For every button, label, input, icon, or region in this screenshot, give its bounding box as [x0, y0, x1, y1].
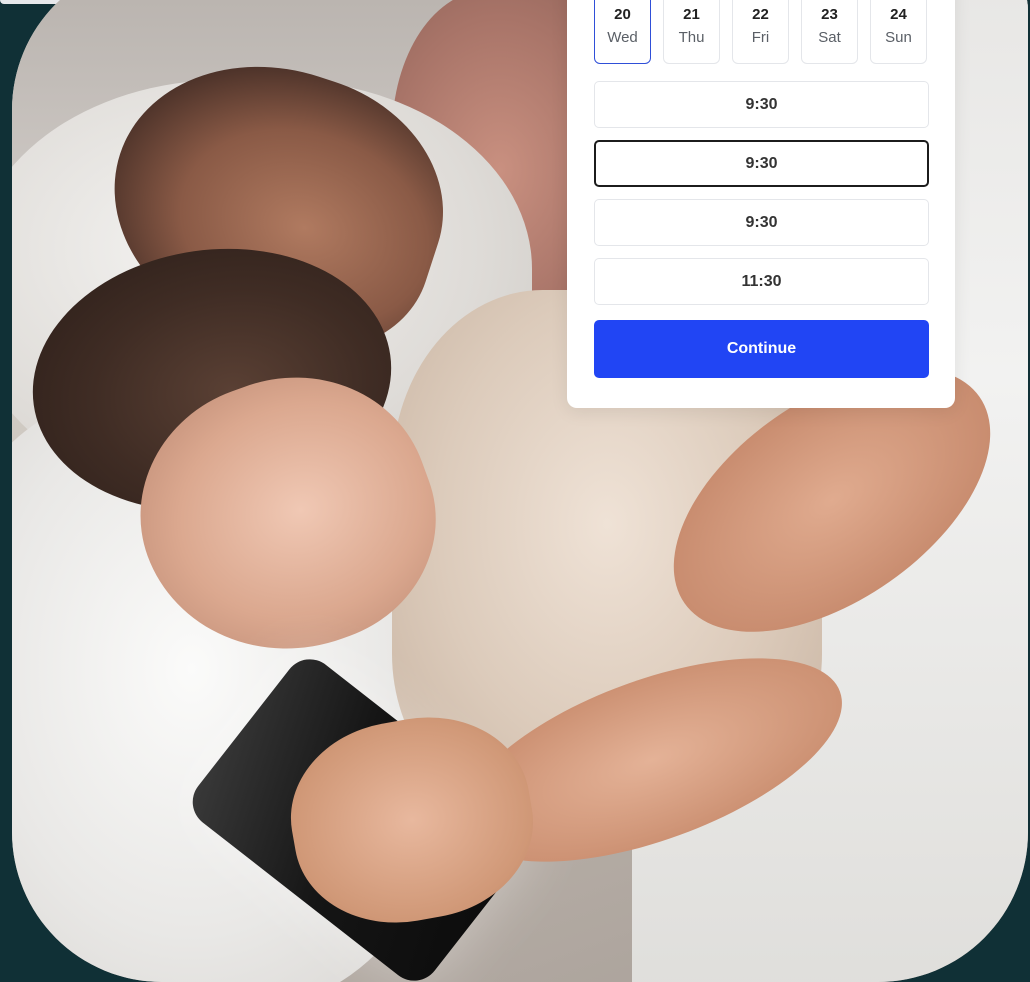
date-number: 24: [890, 6, 907, 23]
continue-button[interactable]: Continue: [594, 320, 929, 378]
date-weekday: Sun: [885, 29, 912, 46]
date-number: 23: [821, 6, 838, 23]
date-option-22[interactable]: 22 Fri: [732, 0, 789, 64]
date-weekday: Thu: [678, 29, 705, 46]
date-option-20[interactable]: 20 Wed: [594, 0, 651, 64]
time-slot-1[interactable]: 9:30: [594, 81, 929, 128]
date-number: 21: [683, 6, 700, 23]
time-slot-2[interactable]: 9:30: [594, 140, 929, 187]
date-picker: 20 Wed 21 Thu 22 Fri 23 Sat 24 Sun: [594, 0, 927, 64]
date-number: 22: [752, 6, 769, 23]
booking-card: 20 Wed 21 Thu 22 Fri 23 Sat 24 Sun 9:30 …: [567, 0, 955, 408]
time-slot-4[interactable]: 11:30: [594, 258, 929, 305]
date-number: 20: [614, 6, 631, 23]
date-weekday: Wed: [607, 29, 638, 46]
date-weekday: Sat: [818, 29, 841, 46]
date-weekday: Fri: [751, 29, 770, 46]
date-option-23[interactable]: 23 Sat: [801, 0, 858, 64]
date-option-21[interactable]: 21 Thu: [663, 0, 720, 64]
time-slot-3[interactable]: 9:30: [594, 199, 929, 246]
date-option-24[interactable]: 24 Sun: [870, 0, 927, 64]
